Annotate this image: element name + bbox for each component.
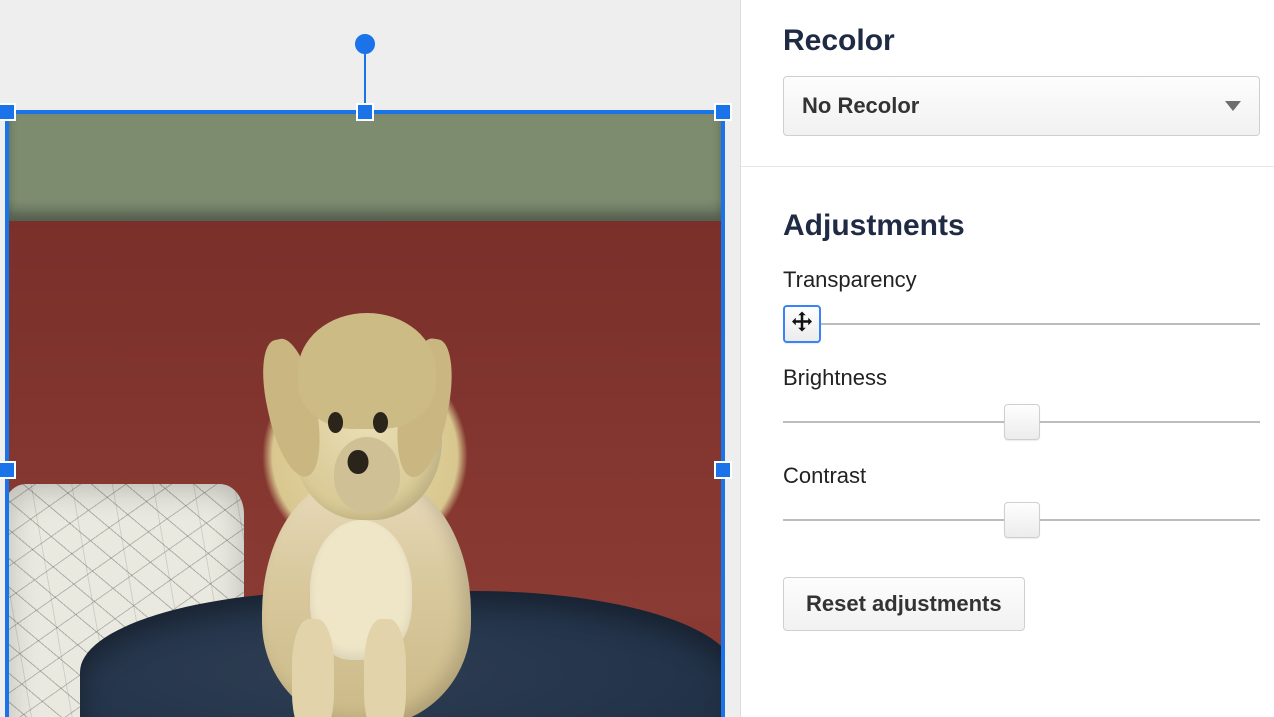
contrast-thumb[interactable]	[1004, 502, 1040, 538]
resize-handle-top[interactable]	[356, 103, 374, 121]
brightness-label: Brightness	[783, 365, 1260, 391]
transparency-thumb[interactable]	[783, 305, 821, 343]
transparency-slider[interactable]	[783, 307, 1260, 341]
canvas[interactable]	[0, 0, 740, 717]
move-cursor-icon	[787, 309, 817, 339]
recolor-select[interactable]: No Recolor	[783, 76, 1260, 136]
app-root: Recolor No Recolor Adjustments Transpare…	[0, 0, 1274, 717]
reset-adjustments-button[interactable]: Reset adjustments	[783, 577, 1025, 631]
selected-image[interactable]	[5, 110, 725, 717]
recolor-select-value: No Recolor	[802, 93, 919, 119]
resize-handle-top-right[interactable]	[714, 103, 732, 121]
adjustments-section-title: Adjustments	[783, 209, 1260, 243]
resize-handle-top-left[interactable]	[0, 103, 16, 121]
contrast-label: Contrast	[783, 463, 1260, 489]
format-sidebar: Recolor No Recolor Adjustments Transpare…	[740, 0, 1274, 717]
transparency-label: Transparency	[783, 267, 1260, 293]
recolor-section-title: Recolor	[783, 24, 1260, 58]
contrast-slider[interactable]	[783, 503, 1260, 537]
image-content	[9, 114, 721, 717]
transparency-track	[783, 323, 1260, 325]
chevron-down-icon	[1225, 101, 1241, 111]
rotation-handle[interactable]	[355, 34, 375, 54]
resize-handle-left[interactable]	[0, 461, 16, 479]
section-divider	[741, 166, 1274, 167]
brightness-slider[interactable]	[783, 405, 1260, 439]
resize-handle-right[interactable]	[714, 461, 732, 479]
brightness-thumb[interactable]	[1004, 404, 1040, 440]
